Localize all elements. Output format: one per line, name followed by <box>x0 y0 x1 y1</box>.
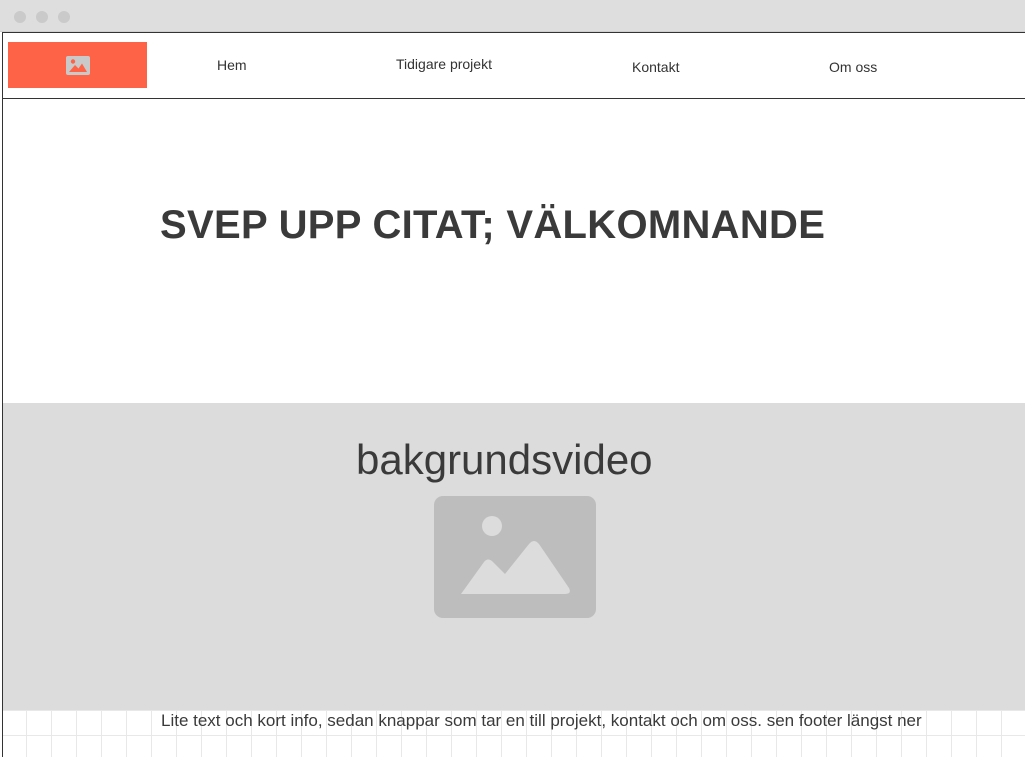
logo-placeholder[interactable] <box>8 42 147 88</box>
nav-item-kontakt[interactable]: Kontakt <box>632 59 679 75</box>
page-canvas: Hem Tidigare projekt Kontakt Om oss SVEP… <box>2 32 1025 757</box>
background-video-section: bakgrundsvideo <box>3 403 1025 710</box>
navbar: Hem Tidigare projekt Kontakt Om oss <box>3 32 1025 99</box>
info-section: Lite text och kort info, sedan knappar s… <box>3 710 1025 757</box>
video-placeholder[interactable] <box>434 496 596 618</box>
window-titlebar <box>0 0 1025 32</box>
info-text: Lite text och kort info, sedan knappar s… <box>161 711 922 730</box>
browser-window: Hem Tidigare projekt Kontakt Om oss SVEP… <box>0 0 1025 757</box>
window-maximize-dot[interactable] <box>58 11 70 23</box>
window-minimize-dot[interactable] <box>36 11 48 23</box>
nav-item-tidigare-projekt[interactable]: Tidigare projekt <box>396 56 492 72</box>
nav-item-om-oss[interactable]: Om oss <box>829 59 877 75</box>
image-icon <box>461 516 570 594</box>
window-close-dot[interactable] <box>14 11 26 23</box>
hero-title: SVEP UPP CITAT; VÄLKOMNANDE <box>160 203 826 247</box>
video-label: bakgrundsvideo <box>356 436 653 483</box>
nav-item-hem[interactable]: Hem <box>217 57 247 73</box>
image-icon <box>65 55 90 75</box>
hero-section: SVEP UPP CITAT; VÄLKOMNANDE <box>3 99 1025 403</box>
